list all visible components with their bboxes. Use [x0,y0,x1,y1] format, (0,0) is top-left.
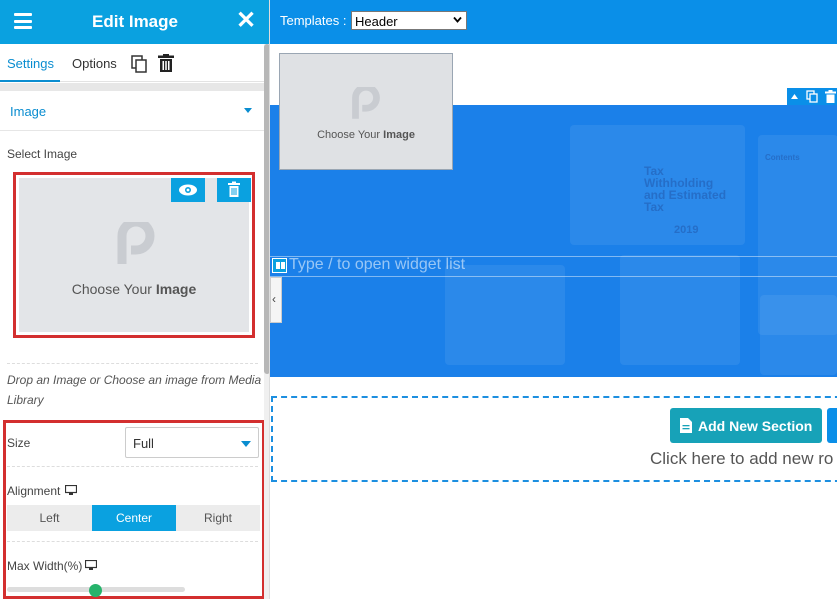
add-new-section-button[interactable]: Add New Section [670,408,822,443]
tab-settings[interactable]: Settings [7,56,54,71]
duplicate-section-icon[interactable] [806,90,818,103]
add-new-section-label: Add New Section [698,418,813,434]
caret-down-icon [244,108,252,113]
hero-doc-contents: Contents [765,153,800,162]
divider [7,363,258,364]
template-select[interactable]: Header [351,11,467,30]
template-value: Header [355,14,398,29]
max-width-label: Max Width(%) [7,559,83,573]
size-value: Full [133,436,154,451]
image-hint-text: Drop an Image or Choose an image from Me… [7,373,262,407]
close-icon[interactable]: ✕ [236,9,256,33]
size-label: Size [7,436,31,450]
hero-doc-line: Tax [644,200,664,214]
canvas-image-placeholder[interactable]: Choose Your Image [279,53,453,170]
trash-icon [228,181,240,197]
move-up-icon[interactable] [790,92,799,101]
editor-root: Edit Image ✕ Settings Options Image Sele… [0,0,837,599]
divider [7,541,258,542]
chevron-down-icon [453,16,462,23]
collapse-panel-toggle[interactable]: ‹ [270,277,282,323]
size-select[interactable]: Full [125,427,259,458]
max-width-slider-handle[interactable] [89,584,102,597]
delete-section-icon[interactable] [825,90,836,103]
remove-image-button[interactable] [217,178,251,202]
column-handle-icon[interactable] [272,258,287,273]
builder-topbar: Templates : Header [270,0,837,44]
file-icon [680,418,692,433]
panel-header: Edit Image ✕ [0,0,269,44]
phone-shape [760,295,837,375]
desktop-icon[interactable] [85,560,97,570]
preview-image-button[interactable] [171,178,205,202]
active-tab-indicator [0,80,60,82]
align-right-button[interactable]: Right [176,505,260,531]
select-image-label: Select Image [7,147,78,161]
choose-your-image-text: Choose Your Image [71,281,197,297]
image-section-toggle[interactable]: Image [0,91,264,131]
alignment-label: Alignment [7,484,61,498]
chevron-left-icon: ‹ [272,292,276,306]
document-shape [620,255,740,365]
caret-down-icon [241,441,251,447]
delete-icon[interactable] [158,54,174,72]
column-guide-line [270,276,837,277]
placeholder-logo-icon [352,87,380,119]
panel-title: Edit Image [92,12,178,31]
choose-your-image-text: Choose Your Image [317,129,415,141]
hero-doc-title: Tax Withholding and Estimated Tax [644,165,726,213]
duplicate-icon[interactable] [131,55,148,73]
panel-divider [0,83,264,91]
divider [7,466,258,467]
image-picker[interactable]: Choose Your Image [19,178,249,332]
templates-label: Templates : [280,13,347,28]
edit-panel: Edit Image ✕ Settings Options Image Sele… [0,0,270,599]
section-toolbar [787,88,837,105]
tab-options[interactable]: Options [72,56,117,71]
image-picker-highlight: Choose Your Image [13,172,255,338]
eye-icon [179,184,197,196]
desktop-icon[interactable] [65,485,77,495]
align-left-button[interactable]: Left [7,505,92,531]
hero-doc-year: 2019 [674,224,699,236]
placeholder-logo-icon [117,222,155,264]
add-template-button[interactable] [827,408,837,443]
section-title: Image [10,104,47,119]
widget-input-placeholder[interactable]: Type / to open widget list [289,256,465,274]
add-section-hint: Click here to add new ro [650,449,834,468]
hand-shape [445,265,565,365]
align-center-button[interactable]: Center [92,505,176,531]
